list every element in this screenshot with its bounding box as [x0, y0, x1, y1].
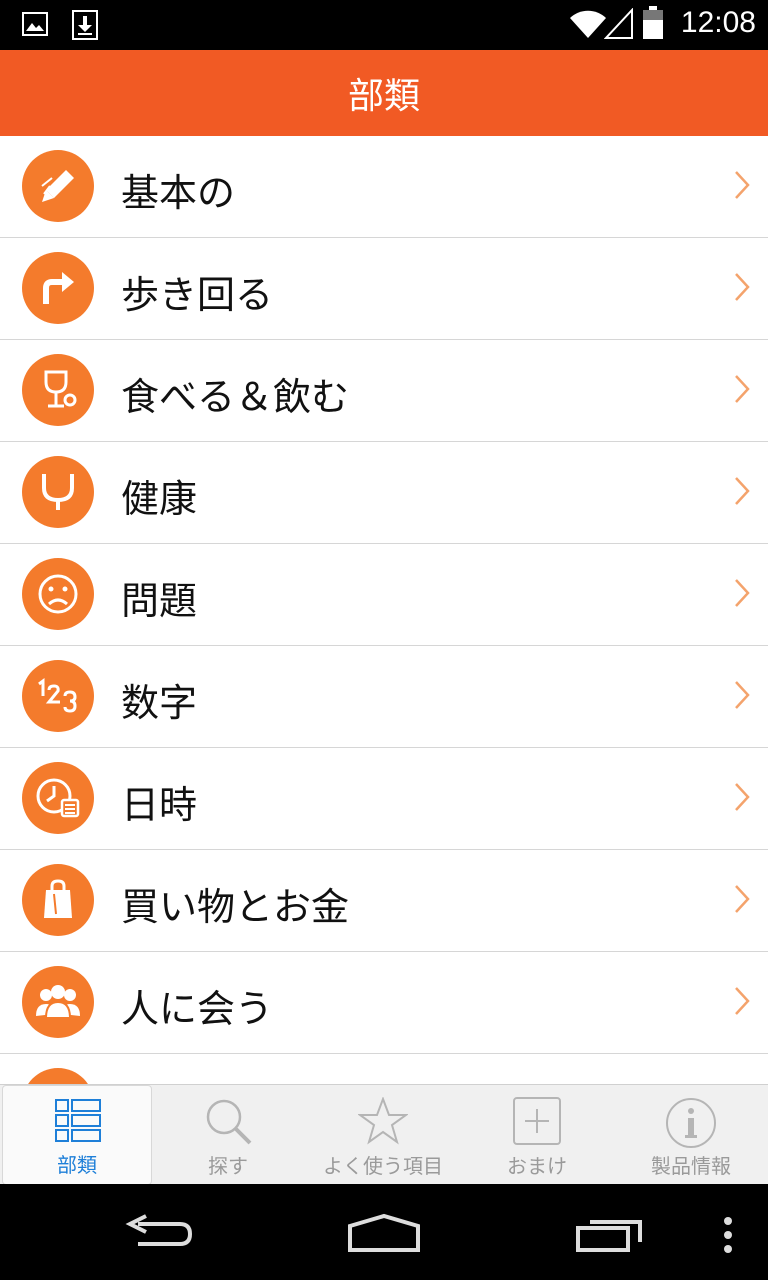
chevron-right-icon: [735, 885, 750, 913]
tab-extras[interactable]: おまけ: [462, 1085, 612, 1185]
recent-apps-icon[interactable]: [574, 1214, 646, 1254]
image-notification-icon: [22, 12, 48, 36]
category-item-eat-drink[interactable]: 食べる＆飲む: [0, 340, 768, 442]
category-label: 日時: [121, 783, 198, 827]
category-list[interactable]: 基本の 歩き回る 食べる＆飲む 健康 問題 数字 日時 買い物とお金 人に会う: [0, 136, 768, 1084]
category-item-basics[interactable]: 基本の: [0, 136, 768, 238]
category-label: 人に会う: [121, 987, 274, 1031]
category-label: 数字: [121, 681, 198, 725]
stethoscope-icon: [22, 456, 94, 528]
category-label: 歩き回る: [121, 273, 274, 317]
battery-icon: [643, 6, 663, 39]
numbers-icon: [22, 660, 94, 732]
status-bar: 12:08: [0, 0, 768, 50]
tab-search[interactable]: 探す: [154, 1085, 302, 1185]
chevron-right-icon: [735, 987, 750, 1015]
clock-icon: [22, 762, 94, 834]
page-title: 部類: [347, 76, 420, 117]
chevron-right-icon: [735, 579, 750, 607]
category-item-meeting-people[interactable]: 人に会う: [0, 952, 768, 1054]
glass-icon: [22, 354, 94, 426]
shopping-bag-icon: [22, 864, 94, 936]
category-item-partial[interactable]: [0, 1054, 768, 1084]
tab-label: 探す: [208, 1154, 248, 1178]
app-header: 部類: [0, 50, 768, 136]
chevron-right-icon: [735, 171, 750, 199]
tab-categories[interactable]: 部類: [2, 1085, 152, 1185]
category-label: 買い物とお金: [121, 885, 350, 929]
chevron-right-icon: [735, 681, 750, 709]
wifi-icon: [570, 10, 606, 38]
tab-label: おまけ: [507, 1154, 567, 1178]
tab-label: よく使う項目: [323, 1154, 443, 1178]
category-label: 問題: [121, 579, 198, 623]
category-item-problems[interactable]: 問題: [0, 544, 768, 646]
pencil-icon: [22, 150, 94, 222]
chevron-right-icon: [735, 477, 750, 505]
search-icon: [206, 1099, 252, 1145]
overflow-menu-icon[interactable]: [720, 1216, 736, 1254]
chevron-right-icon: [735, 375, 750, 403]
chevron-right-icon: [735, 273, 750, 301]
chevron-right-icon: [735, 783, 750, 811]
category-item-getting-around[interactable]: 歩き回る: [0, 238, 768, 340]
turn-right-arrow-icon: [22, 252, 94, 324]
download-notification-icon: [72, 10, 98, 40]
home-icon[interactable]: [346, 1212, 422, 1254]
category-item-date-time[interactable]: 日時: [0, 748, 768, 850]
category-label: 健康: [121, 477, 198, 521]
clock-text: 12:08: [680, 6, 756, 39]
system-nav-bar: [0, 1184, 768, 1280]
tab-product-info[interactable]: 製品情報: [614, 1085, 768, 1185]
bottom-tab-bar: 部類 探す よく使う項目 おまけ 製品情報: [0, 1084, 768, 1185]
back-icon[interactable]: [124, 1214, 194, 1254]
category-item-numbers[interactable]: 数字: [0, 646, 768, 748]
tab-label: 部類: [57, 1153, 97, 1177]
tab-label: 製品情報: [651, 1154, 731, 1178]
list-icon: [55, 1099, 101, 1142]
signal-icon: [604, 8, 633, 39]
sad-face-icon: [22, 558, 94, 630]
plus-box-icon: [513, 1097, 561, 1145]
category-icon-partial: [22, 1068, 94, 1084]
category-label: 基本の: [121, 171, 236, 215]
category-item-shopping[interactable]: 買い物とお金: [0, 850, 768, 952]
tab-favorites[interactable]: よく使う項目: [304, 1085, 462, 1185]
star-icon: [358, 1097, 408, 1145]
category-item-health[interactable]: 健康: [0, 442, 768, 544]
people-icon: [22, 966, 94, 1038]
category-label: 食べる＆飲む: [121, 375, 350, 419]
info-icon: [666, 1098, 716, 1148]
